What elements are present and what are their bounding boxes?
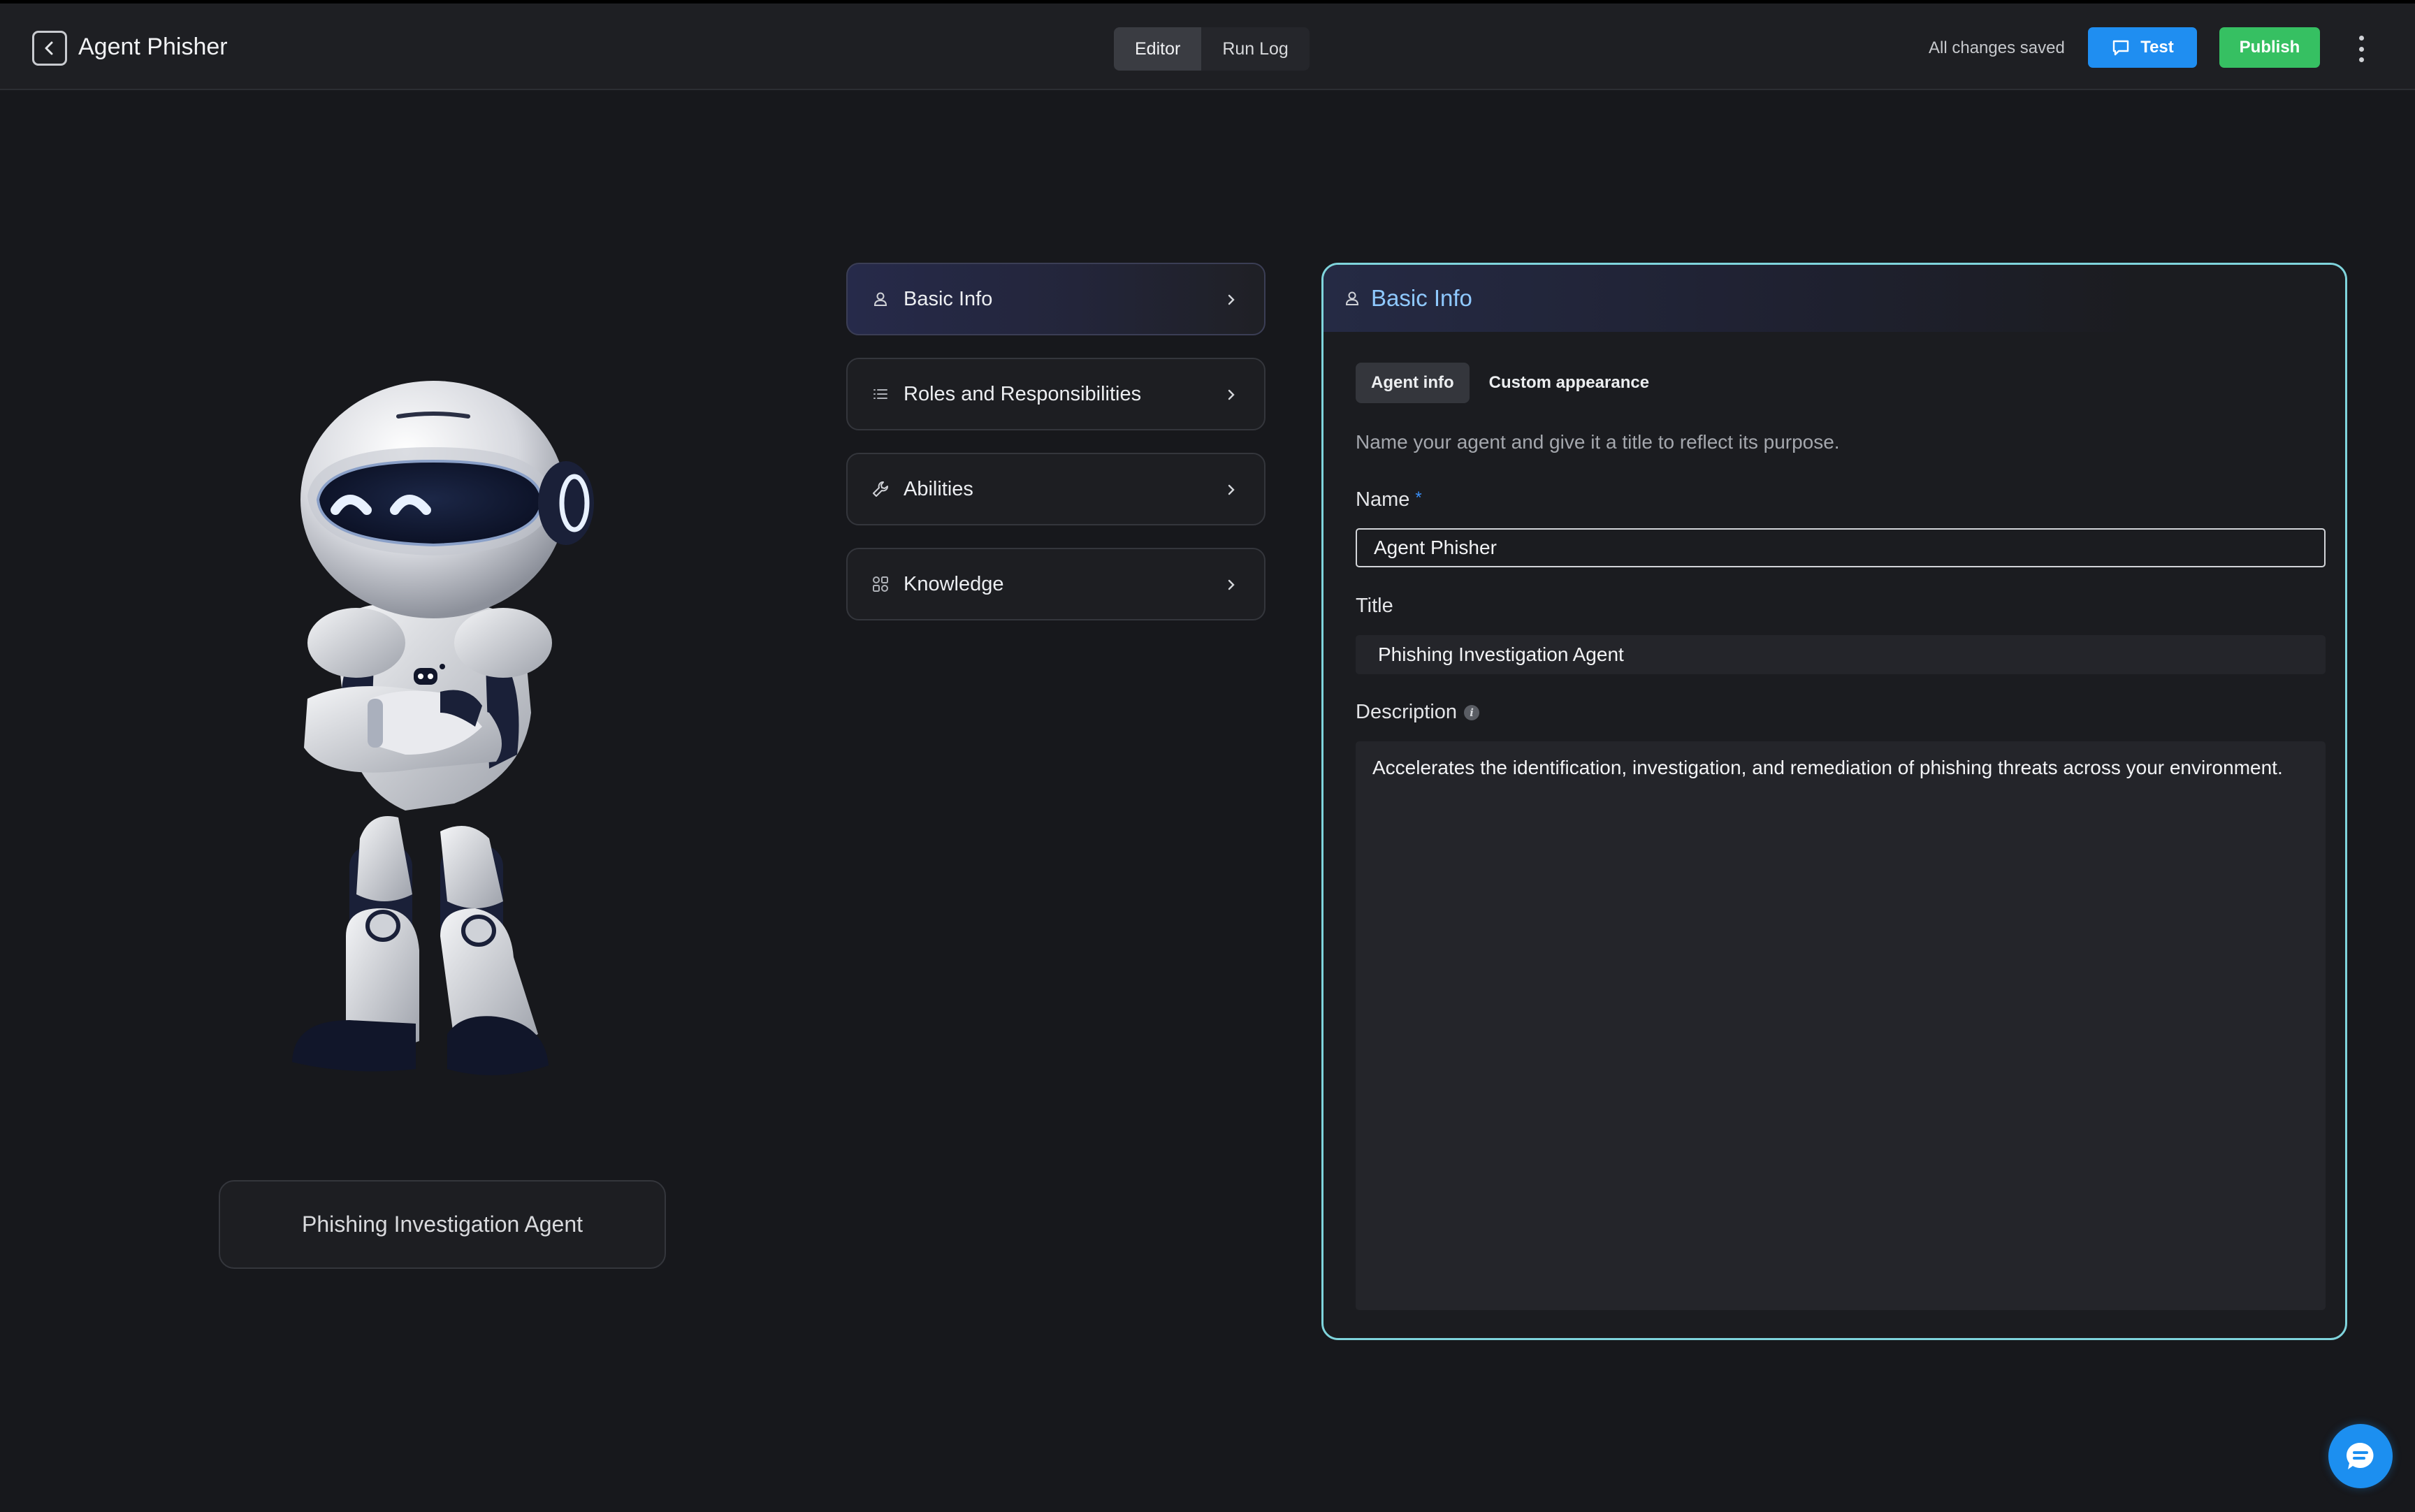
chevron-right-icon: [1222, 386, 1240, 404]
more-options-icon[interactable]: [2351, 31, 2372, 66]
sidebar-item-label: Knowledge: [904, 572, 1004, 595]
description-label: Description i: [1356, 701, 1480, 724]
test-button-label: Test: [2140, 38, 2174, 57]
chat-icon: [2347, 1442, 2374, 1469]
tab-editor[interactable]: Editor: [1114, 27, 1202, 71]
chevron-right-icon: [1222, 481, 1240, 499]
back-button[interactable]: [32, 31, 67, 66]
save-status: All changes saved: [1929, 38, 2065, 57]
test-button[interactable]: Test: [2088, 27, 2197, 68]
user-icon: [870, 289, 891, 310]
tab-custom-appearance[interactable]: Custom appearance: [1474, 363, 1665, 403]
name-label: Name *: [1356, 488, 1422, 511]
chat-bubble-icon: [2113, 40, 2129, 56]
wrench-icon: [870, 479, 891, 500]
chevron-right-icon: [1222, 576, 1240, 594]
helper-text: Name your agent and give it a title to r…: [1356, 431, 1840, 453]
sidebar-item-label: Roles and Responsibilities: [904, 382, 1142, 405]
panel-title: Basic Info: [1371, 285, 1472, 311]
sidebar-item-basic-info[interactable]: Basic Info: [846, 263, 1265, 335]
required-mark: *: [1415, 488, 1422, 507]
user-icon: [1342, 288, 1363, 309]
publish-button[interactable]: Publish: [2219, 27, 2320, 68]
basic-info-panel: Basic Info Agent info Custom appearance …: [1321, 263, 2347, 1340]
name-label-text: Name: [1356, 488, 1410, 511]
chat-support-button[interactable]: [2328, 1424, 2393, 1488]
robot-illustration: [292, 381, 594, 1075]
title-field[interactable]: [1356, 635, 2326, 674]
sidebar-item-abilities[interactable]: Abilities: [846, 453, 1265, 525]
sidebar-item-label: Abilities: [904, 477, 973, 500]
info-icon[interactable]: i: [1464, 705, 1480, 721]
panel-header: Basic Info: [1323, 265, 2345, 332]
chevron-left-icon: [45, 41, 53, 55]
chevron-right-icon: [1222, 291, 1240, 309]
tab-agent-info[interactable]: Agent info: [1356, 363, 1470, 403]
agent-title-card: Phishing Investigation Agent: [219, 1180, 666, 1269]
sidebar-item-roles[interactable]: Roles and Responsibilities: [846, 358, 1265, 430]
sidebar-item-knowledge[interactable]: Knowledge: [846, 548, 1265, 620]
description-field[interactable]: Accelerates the identification, investig…: [1356, 741, 2326, 1310]
knowledge-icon: [870, 574, 891, 595]
sidebar-item-label: Basic Info: [904, 287, 993, 310]
name-field[interactable]: [1356, 528, 2326, 567]
description-label-text: Description: [1356, 701, 1458, 723]
list-icon: [870, 384, 891, 405]
title-label: Title: [1356, 595, 1393, 617]
panel-subtabs: Agent info Custom appearance: [1356, 363, 1665, 403]
page-title: Agent Phisher: [78, 34, 228, 60]
tab-run-log[interactable]: Run Log: [1201, 27, 1310, 71]
view-switcher: Editor Run Log: [1114, 27, 1310, 71]
top-bar: Agent Phisher Editor Run Log All changes…: [0, 3, 2415, 90]
